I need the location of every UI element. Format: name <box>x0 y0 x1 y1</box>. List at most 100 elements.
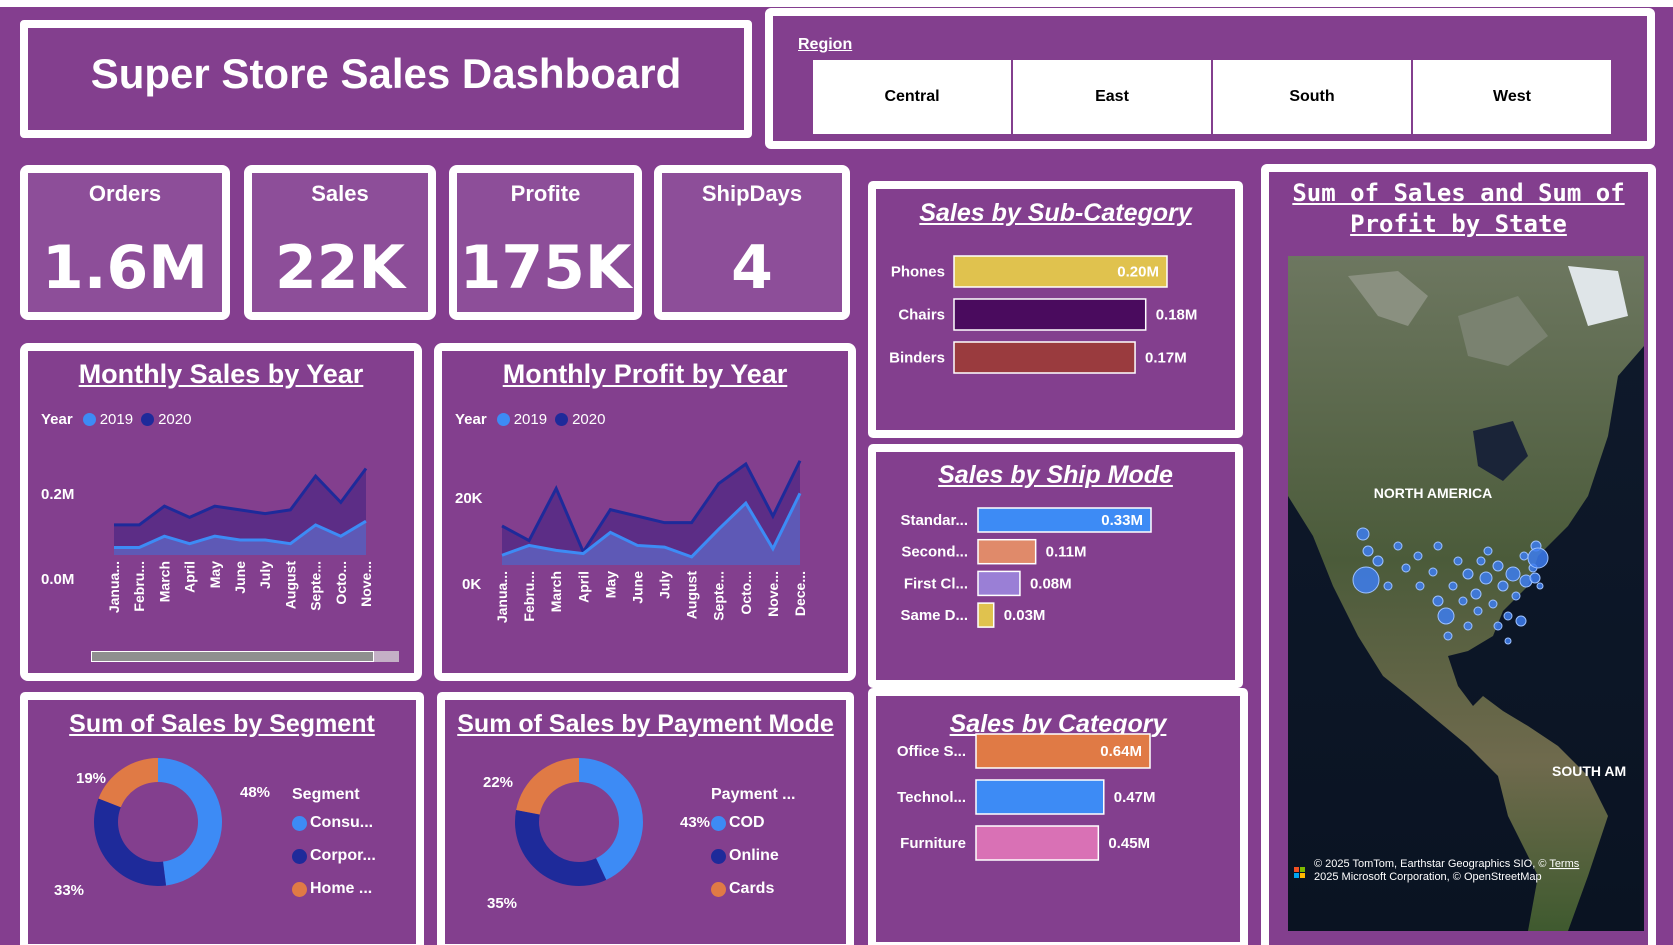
kpi-profit-label: Profite <box>510 181 581 206</box>
x-tick-label: Septe... <box>308 561 324 611</box>
x-tick-label: April <box>575 571 591 603</box>
map-bubble-state[interactable] <box>1529 572 1541 584</box>
region-option-east[interactable]: East <box>1013 60 1211 134</box>
satellite-map[interactable]: NORTH AMERICA SOUTH AM © 2025 TomTom, Ea… <box>1288 256 1644 931</box>
payment-pct-online: 35% <box>487 895 518 912</box>
map-bubble-state[interactable] <box>1503 611 1513 621</box>
map-bubble-state[interactable] <box>1470 588 1482 600</box>
map-bubble-state[interactable] <box>1437 607 1455 625</box>
x-tick-label: Dece... <box>792 571 808 616</box>
region-slicer-label: Region <box>798 36 853 53</box>
kpi-shipdays-card[interactable]: ShipDays 4 <box>654 165 850 320</box>
map-bubble-state[interactable] <box>1383 581 1393 591</box>
map-bubble-state[interactable] <box>1443 631 1453 641</box>
map-bubble-state[interactable] <box>1463 621 1473 631</box>
legend-item-home[interactable]: Home ... <box>292 880 372 898</box>
map-bubble-state[interactable] <box>1433 541 1443 551</box>
donut-slice-consu <box>158 758 223 886</box>
map-bubble-state[interactable] <box>1356 527 1370 541</box>
subcategory-card[interactable]: Sales by Sub-Category Phones 0.20M Chairs 0… <box>868 181 1243 438</box>
map-title: Sum of Sales and Sum of Profit by State <box>1269 178 1648 240</box>
legend-label-home: Home ... <box>310 880 373 897</box>
payment-card[interactable]: Sum of Sales by Payment Mode 22% 43% 35%… <box>437 692 854 945</box>
kpi-profit-card[interactable]: Profite 175K <box>449 165 642 320</box>
map-bubble-state[interactable] <box>1473 606 1483 616</box>
map-bubble-state[interactable] <box>1527 547 1549 569</box>
region-option-central[interactable]: Central <box>813 60 1011 134</box>
x-tick-label: March <box>548 571 564 612</box>
legend-item-corporate[interactable]: Corpor... <box>292 847 376 865</box>
map-card[interactable]: Sum of Sales and Sum of Profit by State <box>1261 164 1656 945</box>
x-tick-label: March <box>156 561 172 602</box>
map-bubble-state[interactable] <box>1505 566 1521 582</box>
legend-item-cod[interactable]: COD <box>711 814 765 832</box>
map-bubble-state[interactable] <box>1504 637 1512 645</box>
bar <box>977 570 1021 597</box>
dashboard-title: Super Store Sales Dashboard <box>90 50 682 97</box>
map-terms-link[interactable]: Terms <box>1549 858 1579 870</box>
map-bubble-state[interactable] <box>1453 556 1463 566</box>
map-bubble-state[interactable] <box>1497 580 1509 592</box>
map-bubble-state[interactable] <box>1413 551 1423 561</box>
category-plot: Office S... 0.64M Technol... 0.47M Furniture… <box>897 733 1155 861</box>
region-option-west[interactable]: West <box>1413 60 1611 134</box>
payment-legend-title: Payment ... <box>711 786 796 803</box>
map-bubble-state[interactable] <box>1401 563 1411 573</box>
map-bubble-state[interactable] <box>1483 546 1493 556</box>
map-bubble-state[interactable] <box>1515 615 1527 627</box>
x-tick-label: Janua... <box>494 571 510 623</box>
legend-dot-consumer <box>292 815 307 831</box>
bar-category-label: Technol... <box>897 789 966 806</box>
scrollbar-track[interactable] <box>91 651 399 662</box>
region-slicer: Region Central East South West <box>765 8 1655 149</box>
bar-category-label: Standar... <box>900 512 968 529</box>
map-bubble-state[interactable] <box>1432 595 1444 607</box>
legend-item-online[interactable]: Online <box>711 847 779 865</box>
map-bubble-state[interactable] <box>1536 582 1544 590</box>
map-bubble-state[interactable] <box>1448 581 1458 591</box>
segment-pct-home: 19% <box>76 770 107 787</box>
kpi-orders-card[interactable]: Orders 1.6M <box>20 165 230 320</box>
bar-value-label: 0.33M <box>1101 512 1143 529</box>
bar-category-label: Same D... <box>900 607 968 624</box>
subcategory-plot: Phones 0.20M Chairs 0.18M Binders 0.17M <box>889 255 1197 374</box>
map-bubble-state[interactable] <box>1393 541 1403 551</box>
map-bubble-state[interactable] <box>1352 566 1380 594</box>
legend-item-cards[interactable]: Cards <box>711 880 774 898</box>
x-tick-label: Octo... <box>738 571 754 615</box>
monthly-sales-card[interactable]: Monthly Sales by Year Year 2019 2020 0.2… <box>20 343 422 681</box>
bar-value-label: 0.03M <box>1004 607 1046 624</box>
map-bubble-state[interactable] <box>1362 545 1374 557</box>
shipmode-card[interactable]: Sales by Ship Mode Standar... 0.33M Second… <box>868 444 1243 688</box>
map-bubble-state[interactable] <box>1462 568 1474 580</box>
map-bubble-state[interactable] <box>1479 571 1493 585</box>
segment-pct-consumer: 48% <box>240 784 271 801</box>
kpi-profit-value: 175K <box>459 233 632 303</box>
kpi-orders-value: 1.6M <box>42 233 208 303</box>
monthly-profit-card[interactable]: Monthly Profit by Year Year 2019 2020 20… <box>434 343 856 681</box>
map-bubble-state[interactable] <box>1458 596 1468 606</box>
map-bubble-state[interactable] <box>1372 555 1384 567</box>
category-card[interactable]: Sales by Category Office S... 0.64M Techno… <box>868 688 1248 945</box>
bar <box>977 538 1037 565</box>
legend-item-consumer[interactable]: Consu... <box>292 814 373 832</box>
map-bubble-state[interactable] <box>1476 556 1486 566</box>
map-bubble-state[interactable] <box>1428 567 1438 577</box>
map-bubble-state[interactable] <box>1519 551 1529 561</box>
x-tick-label: Octo... <box>333 561 349 605</box>
kpi-sales-card[interactable]: Sales 22K <box>244 165 436 320</box>
map-bubble-state[interactable] <box>1488 599 1498 609</box>
x-tick-label: Febru... <box>521 571 537 622</box>
map-bubble-state[interactable] <box>1415 581 1425 591</box>
bar-category-label: Furniture <box>900 835 966 852</box>
legend-dot-corporate <box>292 848 307 864</box>
legend-dot-online <box>711 848 726 864</box>
map-bubble-state[interactable] <box>1511 591 1521 601</box>
x-tick-label: July <box>257 561 273 589</box>
bar <box>953 341 1136 374</box>
segment-card[interactable]: Sum of Sales by Segment 19% 48% 33% Segm… <box>20 692 424 945</box>
map-bubble-state[interactable] <box>1492 560 1504 572</box>
map-bubble-state[interactable] <box>1493 621 1503 631</box>
region-option-south[interactable]: South <box>1213 60 1411 134</box>
scrollbar-thumb[interactable] <box>91 651 374 662</box>
